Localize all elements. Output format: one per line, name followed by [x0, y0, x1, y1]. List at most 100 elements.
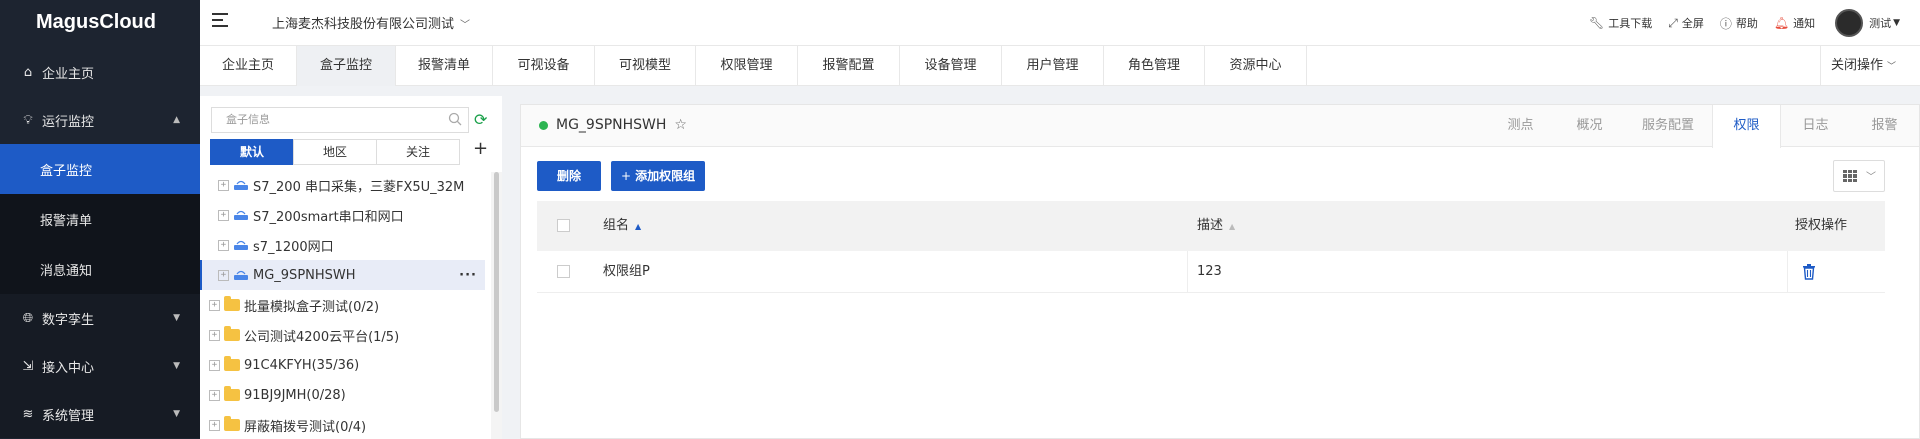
tab-role-mgmt[interactable]: 角色管理: [1104, 46, 1205, 86]
company-selector[interactable]: 上海麦杰科技股份有限公司测试 ﹀: [272, 13, 470, 32]
tree-scrollbar[interactable]: [491, 172, 502, 439]
tool-download-button[interactable]: 🔧︎ 工具下载: [1589, 15, 1652, 31]
router-icon: [234, 270, 248, 280]
device-name: MG_9SPNHSWH: [556, 117, 667, 133]
tree-folder-node[interactable]: + 91C4KFYH(35/36): [209, 350, 359, 380]
company-name: 上海麦杰科技股份有限公司测试: [272, 17, 455, 32]
sidebar-item-system-admin[interactable]: ≋ 系统管理 ▼: [0, 390, 200, 438]
device-label: MG_9SPNHSWH: [253, 267, 356, 283]
tab-device-mgmt[interactable]: 设备管理: [900, 46, 1002, 86]
tab-permission-mgmt[interactable]: 权限管理: [696, 46, 798, 86]
tree-search-input[interactable]: 盒子信息: [211, 107, 469, 133]
tab-alarm-config[interactable]: 报警配置: [798, 46, 900, 86]
tab-enterprise-home[interactable]: 企业主页: [200, 46, 297, 86]
menu-toggle-icon[interactable]: [212, 13, 228, 31]
scrollbar-thumb[interactable]: [494, 172, 499, 412]
tree-folder-node[interactable]: + 批量模拟盒子测试(0/2): [209, 290, 379, 320]
tree-device-node-selected[interactable]: + MG_9SPNHSWH ···: [200, 260, 485, 290]
sidebar: MagusCloud ⌂ 企业主页 💡︎ 运行监控 ▲ 盒子监控 报警清单 消息…: [0, 0, 200, 439]
tab-logs[interactable]: 日志: [1781, 105, 1850, 147]
col-desc-label: 描述: [1197, 218, 1224, 233]
star-icon[interactable]: ☆: [674, 117, 687, 133]
filter-default[interactable]: 默认: [210, 139, 294, 165]
expand-icon[interactable]: +: [218, 179, 229, 191]
sort-icon[interactable]: ▲: [635, 222, 641, 231]
tree-device-node[interactable]: + S7_200smart串口和网口: [218, 200, 404, 230]
sidebar-item-access-center[interactable]: ⇲ 接入中心 ▼: [0, 342, 200, 390]
tree-folder-node[interactable]: + 屏蔽箱拨号测试(0/4): [209, 410, 366, 439]
tab-alarm-list[interactable]: 报警清单: [396, 46, 493, 86]
tree-device-node[interactable]: + s7_1200网口: [218, 230, 334, 260]
close-ops-dropdown[interactable]: 关闭操作 ﹀: [1820, 46, 1920, 86]
filter-region[interactable]: 地区: [293, 139, 377, 165]
cell-description: 123: [1197, 264, 1222, 279]
tab-visual-models[interactable]: 可视模型: [595, 46, 696, 86]
select-all-checkbox[interactable]: [557, 219, 570, 232]
tab-service-config[interactable]: 服务配置: [1624, 105, 1712, 147]
tab-points[interactable]: 测点: [1486, 105, 1555, 147]
col-desc[interactable]: 描述 ▲: [1197, 201, 1235, 252]
device-title: MG_9SPNHSWH ☆: [539, 117, 687, 133]
expand-icon[interactable]: +: [209, 419, 220, 431]
router-icon: [234, 180, 248, 190]
column-settings-button[interactable]: ﹀: [1833, 160, 1885, 192]
add-icon[interactable]: +: [473, 138, 488, 159]
sidebar-item-label: 运行监控: [42, 114, 95, 130]
device-label: s7_1200网口: [253, 239, 334, 255]
sort-icon[interactable]: ▲: [1229, 222, 1235, 231]
tool-label: 帮助: [1735, 17, 1758, 30]
trash-icon[interactable]: [1802, 264, 1816, 280]
bulb-icon: 💡︎: [23, 112, 33, 128]
tool-label: 工具下载: [1608, 17, 1653, 30]
add-permission-group-button[interactable]: + 添加权限组: [611, 161, 706, 191]
row-checkbox[interactable]: [557, 265, 570, 278]
expand-icon[interactable]: +: [209, 389, 220, 401]
tab-user-mgmt[interactable]: 用户管理: [1002, 46, 1104, 86]
sidebar-subitem-box-monitor[interactable]: 盒子监控: [0, 144, 200, 194]
sidebar-item-label: 接入中心: [42, 360, 95, 376]
avatar[interactable]: [1835, 9, 1864, 37]
expand-icon[interactable]: +: [218, 209, 229, 221]
refresh-icon[interactable]: ⟳: [474, 110, 487, 129]
tab-alarms[interactable]: 报警: [1850, 105, 1919, 147]
help-button[interactable]: ⓘ 帮助: [1720, 15, 1758, 32]
device-label: S7_200smart串口和网口: [253, 209, 404, 225]
sidebar-item-digital-twin[interactable]: 🌐︎ 数字孪生 ▼: [0, 294, 200, 342]
tab-visual-devices[interactable]: 可视设备: [493, 46, 595, 86]
tree-folder-node[interactable]: + 91BJ9JMH(0/28): [209, 380, 346, 410]
user-menu[interactable]: 测试 ▼: [1869, 15, 1900, 31]
col-name[interactable]: 组名 ▲: [603, 201, 641, 252]
tree-device-node[interactable]: + S7_200 串口采集，三菱FX5U_32M: [218, 170, 464, 200]
sidebar-subitem-alarm-list[interactable]: 报警清单: [0, 194, 200, 244]
permission-table: 组名 ▲ 描述 ▲ 授权操作 权限组P 123: [537, 201, 1885, 293]
filter-followed[interactable]: 关注: [376, 139, 460, 165]
sidebar-subitem-notifications[interactable]: 消息通知: [0, 244, 200, 294]
tree-folder-node[interactable]: + 公司测试4200云平台(1/5): [209, 320, 399, 350]
folder-icon: [224, 296, 240, 311]
tab-permissions[interactable]: 权限: [1712, 105, 1781, 148]
table-row[interactable]: 权限组P 123: [537, 251, 1885, 293]
more-icon[interactable]: ···: [459, 268, 477, 283]
expand-icon[interactable]: +: [209, 299, 220, 311]
delete-button[interactable]: 删除: [537, 161, 601, 191]
sidebar-item-enterprise-home[interactable]: ⌂ 企业主页: [0, 48, 200, 96]
online-status-dot: [539, 120, 548, 130]
router-icon: [234, 240, 248, 250]
tab-resource-center[interactable]: 资源中心: [1205, 46, 1307, 86]
expand-icon[interactable]: +: [209, 359, 220, 371]
fullscreen-button[interactable]: ⤢ 全屏: [1668, 15, 1704, 31]
notify-button[interactable]: 🔔︎ 通知: [1774, 15, 1815, 31]
folder-icon: [224, 326, 240, 341]
sidebar-item-label: 数字孪生: [42, 312, 95, 328]
folder-icon: [224, 356, 240, 371]
tab-box-monitor[interactable]: 盒子监控: [297, 46, 396, 86]
folder-label: 91BJ9JMH(0/28): [244, 387, 346, 403]
folder-label: 公司测试4200云平台(1/5): [244, 329, 400, 345]
expand-icon[interactable]: +: [209, 329, 220, 341]
cell-group-name: 权限组P: [603, 264, 650, 279]
sidebar-item-monitoring[interactable]: 💡︎ 运行监控 ▲: [0, 96, 200, 144]
expand-icon[interactable]: +: [218, 239, 229, 251]
globe-icon: 🌐︎: [22, 310, 34, 326]
tab-overview[interactable]: 概况: [1555, 105, 1624, 147]
expand-icon[interactable]: +: [218, 269, 229, 281]
